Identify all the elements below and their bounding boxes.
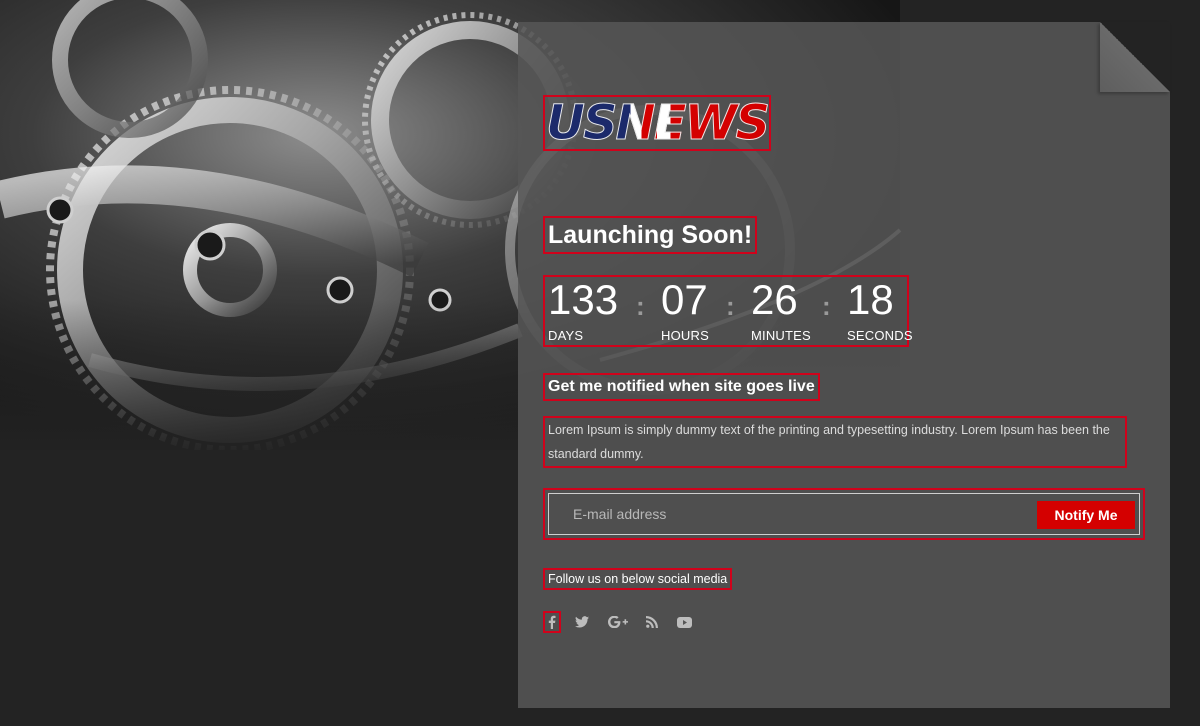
countdown-separator: : — [822, 291, 831, 321]
countdown-seconds: 18 SECONDS — [847, 276, 913, 344]
countdown-days: 133 DAYS — [548, 276, 619, 344]
countdown-hours-value: 07 — [661, 276, 708, 323]
countdown-days-label: DAYS — [548, 328, 584, 343]
rss-icon[interactable] — [644, 613, 660, 631]
countdown-seconds-label: SECONDS — [847, 328, 913, 343]
countdown-days-value: 133 — [548, 276, 619, 323]
countdown-minutes: 26 MINUTES — [751, 276, 811, 344]
subscribe-form: Notify Me — [543, 488, 1145, 540]
countdown-hours: 07 HOURS — [661, 276, 709, 344]
countdown-timer: 133 DAYS : 07 HOURS : 26 MINUTES : 18 SE… — [543, 275, 913, 347]
social-heading: Follow us on below social media — [542, 568, 733, 590]
countdown-separator: : — [636, 291, 645, 321]
countdown-separator: : — [726, 291, 735, 321]
notify-heading: Get me notified when site goes live — [543, 373, 820, 401]
countdown-minutes-label: MINUTES — [751, 328, 811, 343]
countdown-hours-label: HOURS — [661, 328, 709, 343]
site-logo[interactable]: USNEWS — [543, 95, 771, 151]
page-fold-corner — [1100, 22, 1170, 92]
twitter-icon[interactable] — [574, 613, 590, 631]
youtube-icon[interactable] — [675, 613, 693, 631]
countdown-minutes-value: 26 — [751, 276, 798, 323]
google-plus-icon[interactable] — [607, 613, 629, 631]
notify-me-button[interactable]: Notify Me — [1037, 501, 1135, 529]
logo-text: USNEWS — [545, 95, 770, 151]
subscribe-field-wrapper: Notify Me — [548, 493, 1140, 535]
launch-heading: Launching Soon! — [542, 216, 758, 254]
countdown-seconds-value: 18 — [847, 276, 894, 323]
facebook-icon[interactable] — [543, 611, 561, 633]
notify-description: Lorem Ipsum is simply dummy text of the … — [543, 416, 1127, 468]
email-input[interactable] — [549, 494, 1029, 534]
